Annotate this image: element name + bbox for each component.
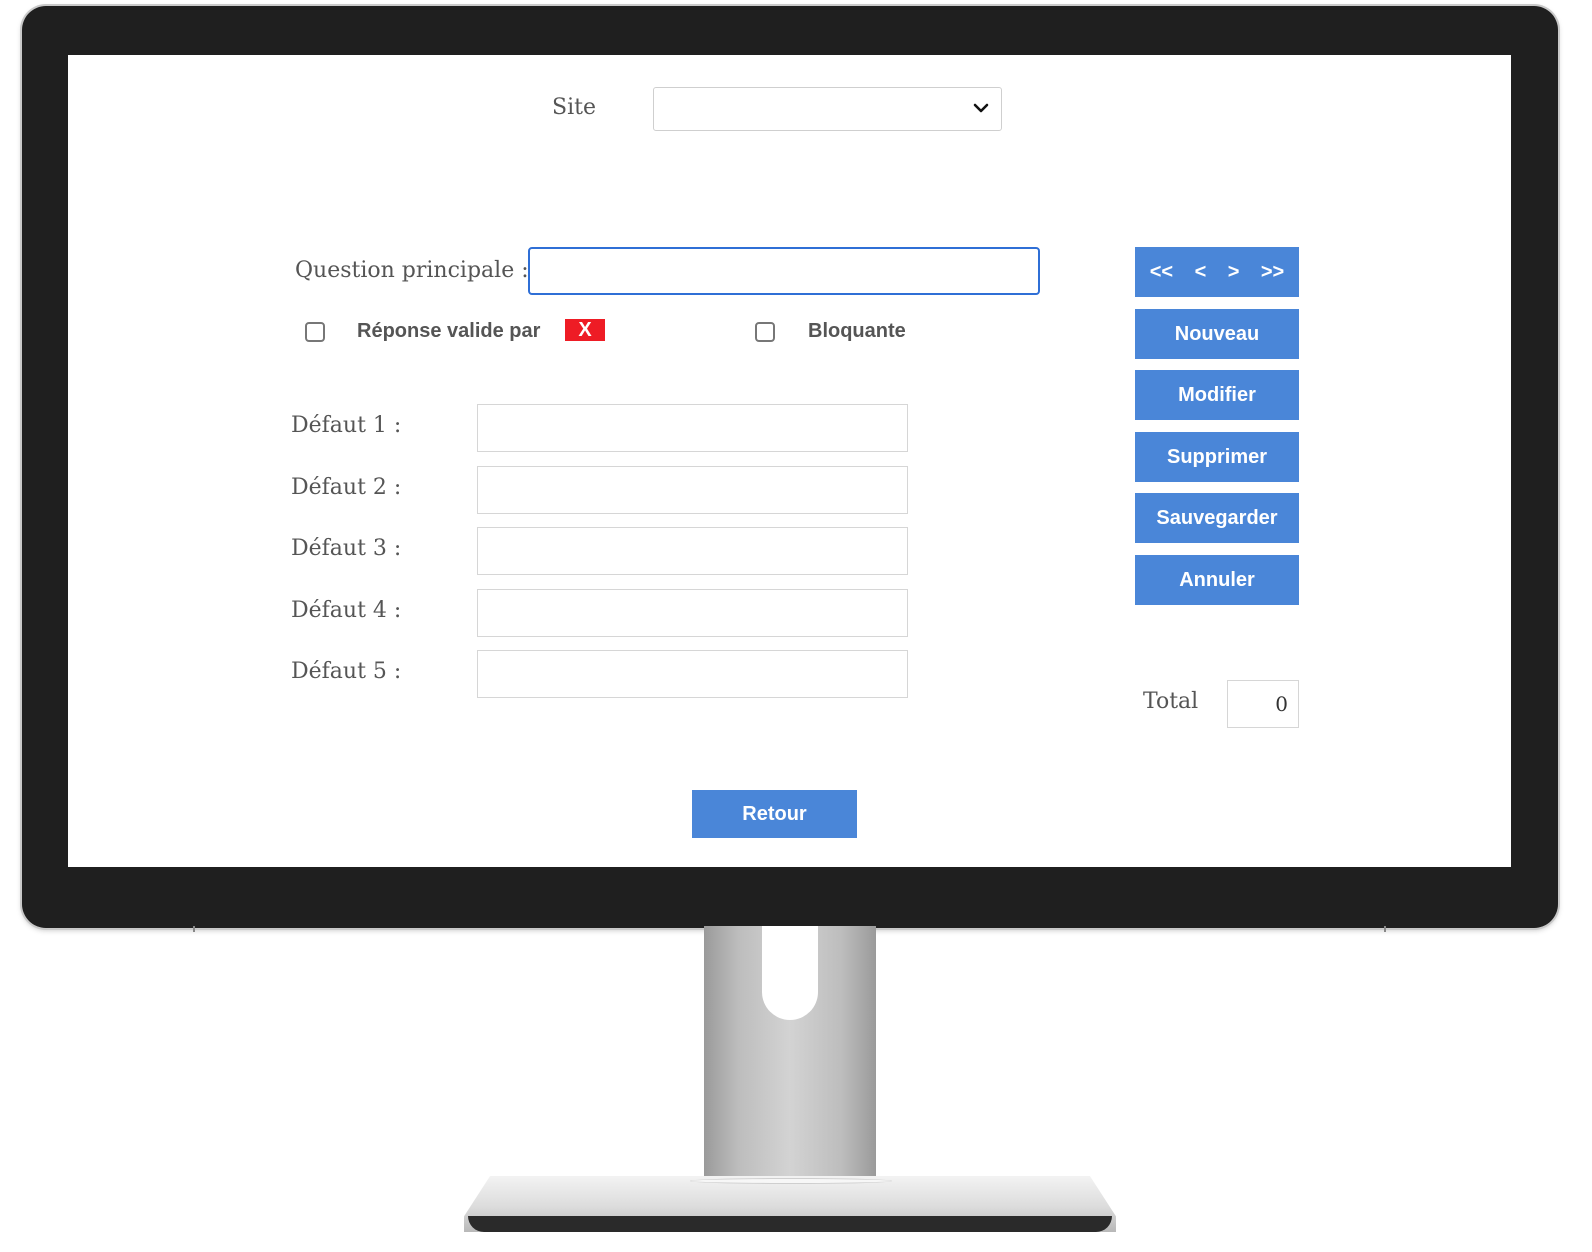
save-button[interactable]: Sauvegarder xyxy=(1135,493,1299,543)
delete-button[interactable]: Supprimer xyxy=(1135,432,1299,482)
last-record-button[interactable]: >> xyxy=(1261,261,1284,284)
valid-response-label: Réponse valide par xyxy=(357,320,541,342)
default-4-input[interactable] xyxy=(477,589,908,637)
monitor-stand-foot xyxy=(468,1216,1112,1232)
back-button[interactable]: Retour xyxy=(692,790,857,838)
monitor-edge-right xyxy=(1384,926,1386,932)
next-record-button[interactable]: > xyxy=(1228,261,1240,284)
total-value: 0 xyxy=(1227,680,1299,728)
previous-record-button[interactable]: < xyxy=(1195,261,1207,284)
site-label: Site xyxy=(552,95,596,120)
blocking-label: Bloquante xyxy=(808,320,906,342)
monitor-edge-left xyxy=(193,926,195,932)
default-2-label: Défaut 2 : xyxy=(291,475,402,500)
edit-button[interactable]: Modifier xyxy=(1135,370,1299,420)
default-2-input[interactable] xyxy=(477,466,908,514)
new-button[interactable]: Nouveau xyxy=(1135,309,1299,359)
first-record-button[interactable]: << xyxy=(1150,261,1173,284)
question-label: Question principale : xyxy=(295,258,529,283)
blocking-checkbox[interactable] xyxy=(755,322,775,342)
valid-response-checkbox[interactable] xyxy=(305,322,325,342)
default-3-input[interactable] xyxy=(477,527,908,575)
site-select[interactable] xyxy=(653,87,1002,131)
default-5-input[interactable] xyxy=(477,650,908,698)
default-5-label: Défaut 5 : xyxy=(291,659,402,684)
question-input[interactable] xyxy=(528,247,1040,295)
chevron-down-icon xyxy=(973,103,989,113)
app-screen: Site Question principale : Réponse valid… xyxy=(68,55,1511,867)
default-1-input[interactable] xyxy=(477,404,908,452)
default-3-label: Défaut 3 : xyxy=(291,536,402,561)
monitor-stand-highlight xyxy=(690,1178,892,1184)
default-1-label: Défaut 1 : xyxy=(291,413,402,438)
monitor-stand-cutout xyxy=(762,926,818,1020)
default-4-label: Défaut 4 : xyxy=(291,598,402,623)
valid-response-badge: X xyxy=(565,319,605,341)
total-label: Total xyxy=(1143,689,1199,714)
cancel-button[interactable]: Annuler xyxy=(1135,555,1299,605)
record-navigation: << < > >> xyxy=(1135,247,1299,297)
